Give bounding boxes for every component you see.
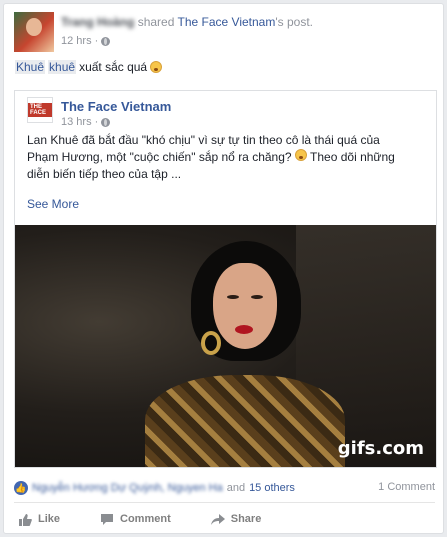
thumbs-up-icon xyxy=(19,513,32,526)
shared-suffix: 's post. xyxy=(275,15,313,29)
gif-media[interactable]: gifs.com xyxy=(15,225,436,467)
reaction-others[interactable]: 15 others xyxy=(249,482,295,494)
divider xyxy=(14,502,435,503)
reaction-and: and xyxy=(226,482,246,494)
tag-khue-2[interactable]: khuê xyxy=(48,60,77,74)
shared-text-line2: Phạm Hương, một "cuộc chiến" sắp nổ ra c… xyxy=(27,150,292,164)
globe-icon[interactable] xyxy=(101,36,111,46)
like-label: Like xyxy=(38,513,61,525)
tag-khue-1[interactable]: Khuê xyxy=(15,60,46,74)
author-avatar[interactable] xyxy=(14,12,54,52)
post-actions: Like Comment Share xyxy=(14,507,435,531)
shared-post-time[interactable]: 13 hrs xyxy=(61,116,92,128)
post-status: Khuê khuê xuất sắc quá xyxy=(15,60,163,74)
share-label: Share xyxy=(230,513,262,525)
shared-page-name[interactable]: The Face Vietnam xyxy=(61,99,171,114)
shared-page-link[interactable]: The Face Vietnam xyxy=(178,15,276,29)
share-arrow-icon xyxy=(210,513,225,525)
shared-text-line3: diễn biến tiếp theo của tập ... xyxy=(27,167,182,181)
like-button[interactable]: Like xyxy=(14,507,60,531)
page-logo[interactable]: THE FACE xyxy=(27,97,53,123)
post-meta: 12 hrs · xyxy=(61,35,111,47)
globe-icon[interactable] xyxy=(101,117,111,127)
comment-icon xyxy=(101,513,114,525)
like-reaction-icon: 👍 xyxy=(14,481,28,495)
shared-word: shared xyxy=(137,15,175,29)
post-time[interactable]: 12 hrs xyxy=(61,35,92,47)
comment-button[interactable]: Comment xyxy=(96,507,171,531)
page-logo-text: THE FACE xyxy=(28,103,52,117)
smile-emoji-icon xyxy=(150,61,163,73)
shared-post: THE FACE The Face Vietnam 13 hrs · Lan K… xyxy=(14,90,437,468)
comments-count[interactable]: 1 Comment xyxy=(378,481,435,493)
shared-text-line2-after: Theo dõi những xyxy=(310,150,395,164)
post-header: Trang Hoàng shared The Face Vietnam's po… xyxy=(61,15,313,29)
meta-dot: · xyxy=(94,35,99,47)
reaction-names[interactable]: Nguyễn Hương Dự Quỳnh, Nguyen Ha xyxy=(32,482,223,494)
shared-post-text: Lan Khuê đã bắt đầu "khó chịu" vì sự tự … xyxy=(27,132,427,183)
share-button[interactable]: Share xyxy=(207,507,262,531)
surprised-emoji-icon xyxy=(294,149,307,161)
comment-label: Comment xyxy=(120,513,171,525)
earring xyxy=(201,331,221,355)
author-name[interactable]: Trang Hoàng xyxy=(61,15,134,29)
status-text: xuất sắc quá xyxy=(79,60,148,74)
reactions-summary[interactable]: 👍 Nguyễn Hương Dự Quỳnh, Nguyen Ha and 1… xyxy=(14,481,295,495)
gifs-watermark: gifs.com xyxy=(337,438,424,459)
shared-post-meta: 13 hrs · xyxy=(61,116,111,128)
feed-post-card: Trang Hoàng shared The Face Vietnam's po… xyxy=(3,3,444,534)
see-more-link[interactable]: See More xyxy=(27,197,79,211)
shared-text-line1: Lan Khuê đã bắt đầu "khó chịu" vì sự tự … xyxy=(27,133,380,147)
